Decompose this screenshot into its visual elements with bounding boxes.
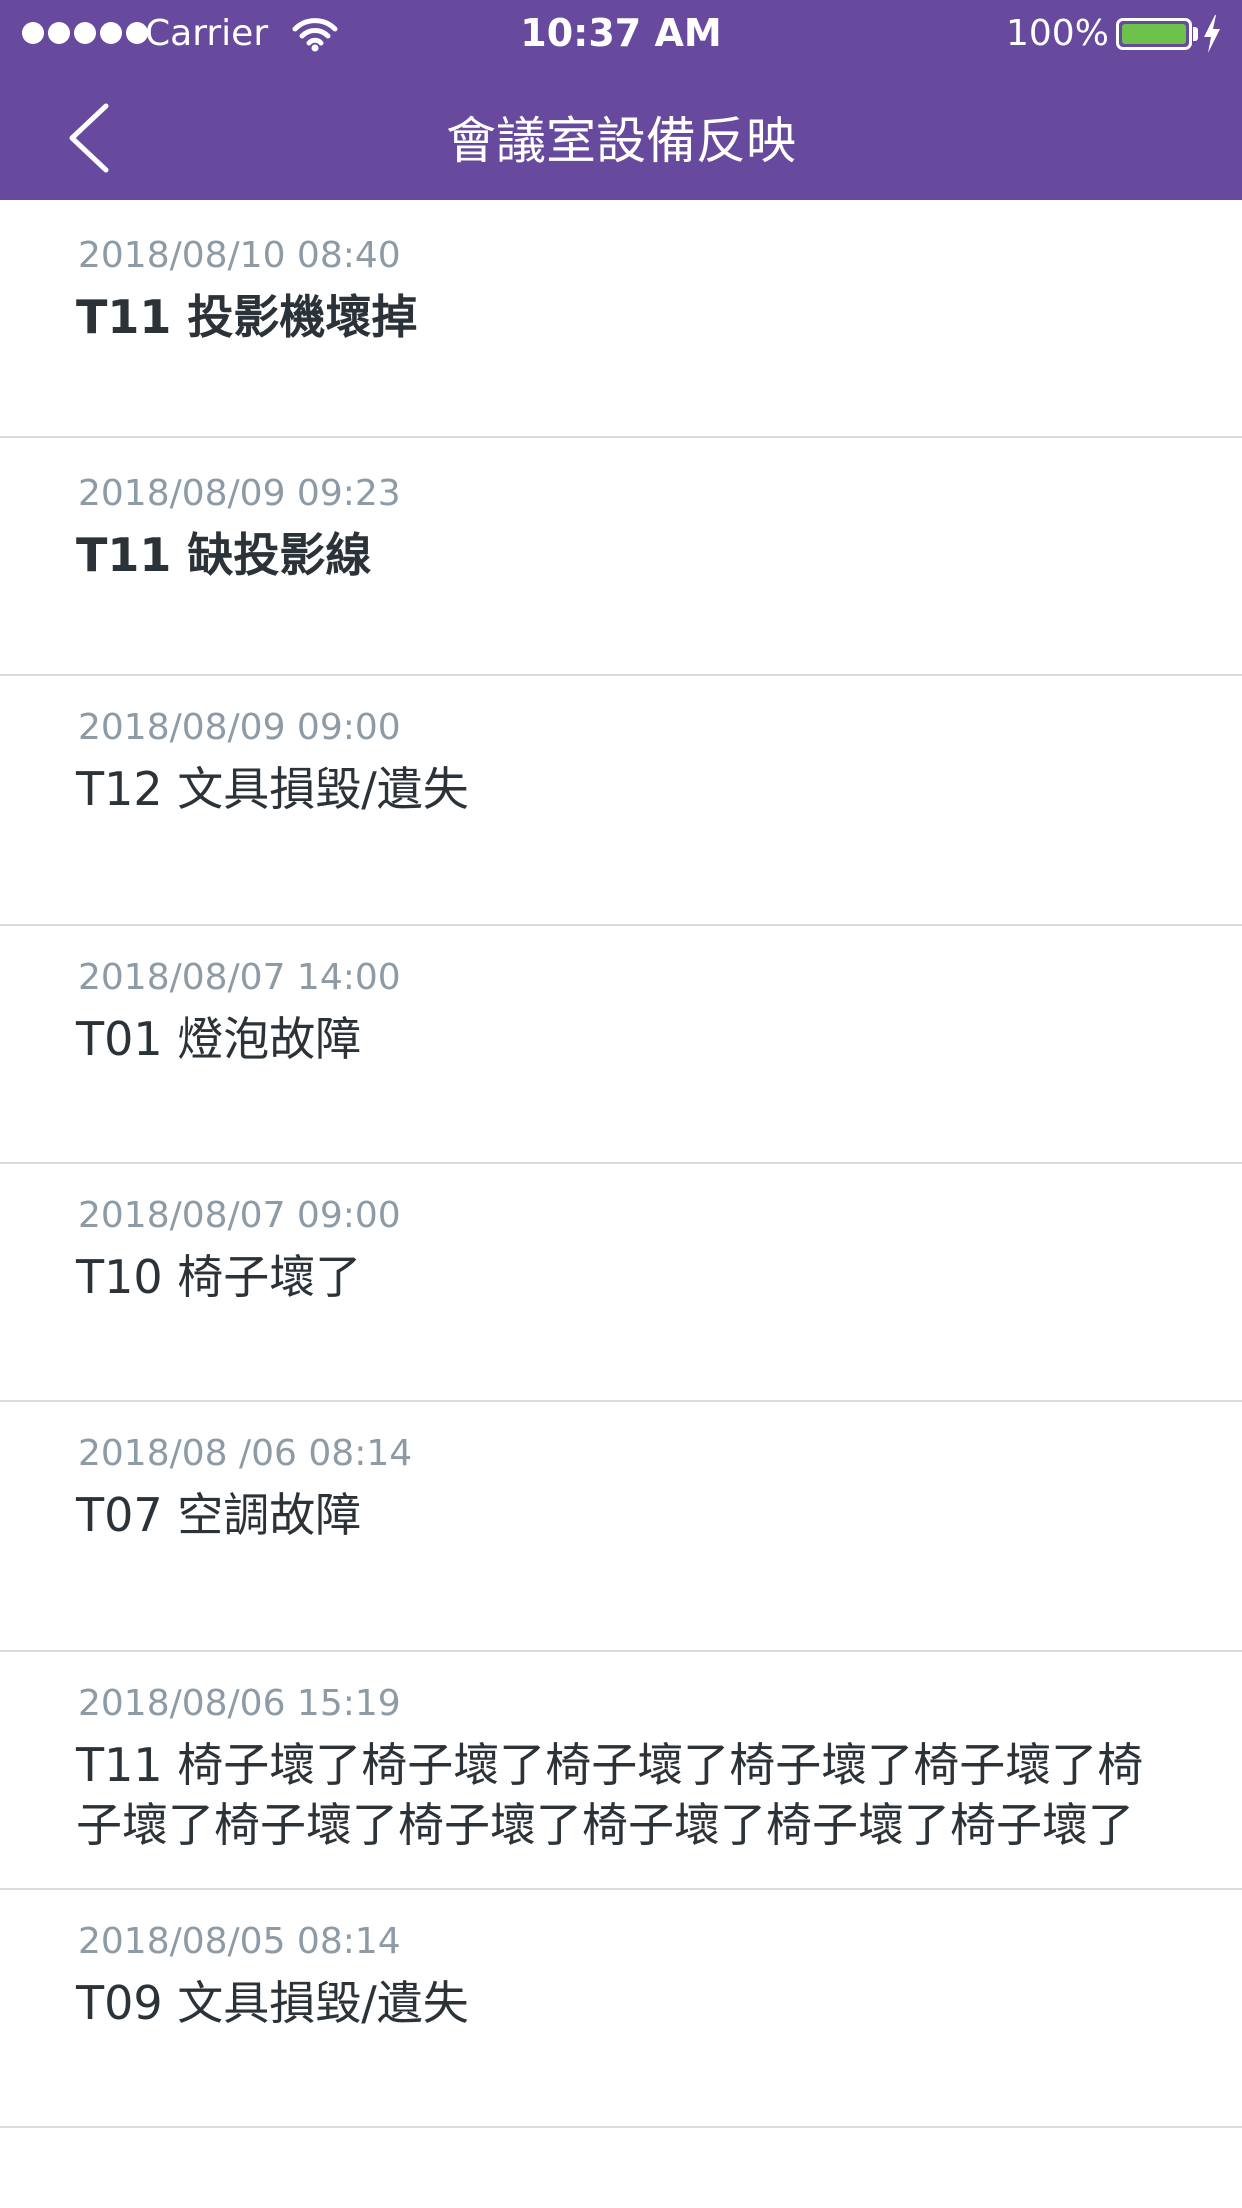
report-title: T11 缺投影線 [76,528,372,582]
report-title: T12 文具損毀/遺失 [76,762,469,816]
charging-bolt-icon [1204,15,1220,53]
report-date: 2018/08/05 08:14 [78,1921,401,1962]
battery-icon [1116,18,1192,50]
list-item[interactable]: 2018/08/05 08:14 T09 文具損毀/遺失 [0,1890,1242,2128]
list-item[interactable]: 2018/08/07 09:00 T10 椅子壞了 [0,1164,1242,1402]
list-item[interactable]: 2018/08 /06 08:14 T07 空調故障 [0,1402,1242,1652]
report-date: 2018/08/09 09:23 [78,473,401,514]
report-date: 2018/08/07 09:00 [78,1195,401,1236]
report-date: 2018/08/07 14:00 [78,957,401,998]
report-title: T01 燈泡故障 [76,1012,362,1066]
list-item[interactable]: 2018/08/09 09:00 T12 文具損毀/遺失 [0,676,1242,926]
battery-level [1122,24,1186,44]
status-bar: Carrier 10:37 AM 100% [0,0,1242,68]
report-date: 2018/08 /06 08:14 [78,1433,413,1474]
report-title: T11 投影機壞掉 [76,290,418,344]
header: Carrier 10:37 AM 100% 會議室設備反映 [0,0,1242,200]
back-button[interactable] [50,98,130,178]
report-title: T11 椅子壞了椅子壞了椅子壞了椅子壞了椅子壞了椅子壞了椅子壞了椅子壞了椅子壞了… [76,1738,1144,1852]
list-item[interactable]: 2018/08/09 09:23 T11 缺投影線 [0,438,1242,676]
report-date: 2018/08/09 09:00 [78,707,401,748]
battery-percent: 100% [1006,13,1109,54]
report-list: 2018/08/10 08:40 T11 投影機壞掉 2018/08/09 09… [0,200,1242,2128]
list-item[interactable]: 2018/08/10 08:40 T11 投影機壞掉 [0,200,1242,438]
report-date: 2018/08/06 15:19 [78,1683,401,1724]
report-title: T10 椅子壞了 [76,1250,362,1304]
list-item[interactable]: 2018/08/07 14:00 T01 燈泡故障 [0,926,1242,1164]
report-title: T09 文具損毀/遺失 [76,1976,469,2030]
navigation-bar: 會議室設備反映 [0,68,1242,200]
battery-tip [1193,27,1198,41]
report-date: 2018/08/10 08:40 [78,235,401,276]
report-title: T07 空調故障 [76,1488,362,1542]
page-title: 會議室設備反映 [446,112,796,170]
list-item[interactable]: 2018/08/06 15:19 T11 椅子壞了椅子壞了椅子壞了椅子壞了椅子壞… [0,1652,1242,1890]
chevron-left-icon [69,103,109,173]
